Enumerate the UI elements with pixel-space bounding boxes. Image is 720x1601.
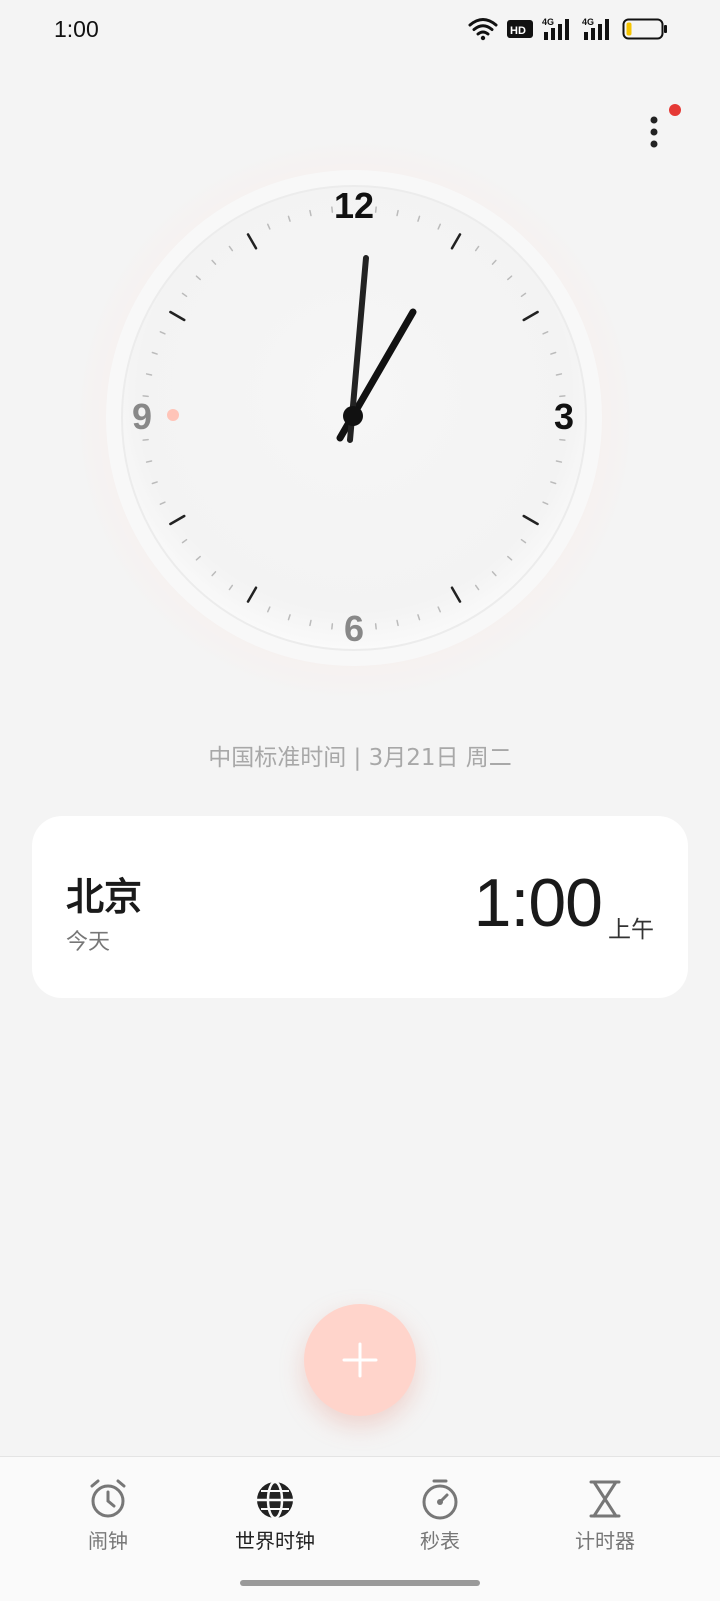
numeral-9: 9 — [132, 396, 152, 437]
hd-text: HD — [510, 25, 526, 37]
minute-tick — [396, 209, 399, 217]
city-name: 北京 — [66, 875, 143, 919]
numeral-6: 6 — [344, 608, 364, 649]
city-ampm: 上午 — [608, 917, 654, 943]
timezone-date-label: 中国标准时间 | 3月21日 周二 — [208, 745, 512, 771]
minute-tick — [555, 373, 563, 376]
clock-face: 12 3 6 9 — [106, 170, 602, 666]
minute-tick — [331, 623, 334, 630]
alarm-clock-icon — [90, 1479, 126, 1518]
minute-tick — [555, 460, 563, 463]
plus-icon — [342, 1342, 378, 1378]
globe-icon — [257, 1480, 293, 1520]
minute-tick — [374, 623, 377, 630]
clock-center — [343, 406, 363, 426]
tab-label: 计时器 — [575, 1529, 635, 1553]
status-bar: 1:00 HD 4G 4G — [0, 0, 720, 64]
signal-4g-icon: 4G — [542, 17, 569, 40]
status-icons: HD 4G 4G — [468, 16, 668, 42]
hourglass-icon — [589, 1480, 621, 1518]
city-card-beijing[interactable]: 北京 今天 1:00 上午 — [32, 816, 688, 998]
stopwatch-icon — [422, 1479, 458, 1520]
notification-badge — [669, 104, 681, 116]
tab-label: 秒表 — [420, 1529, 460, 1553]
second-indicator-dot — [167, 409, 179, 421]
signal-4g-icon: 4G — [582, 17, 609, 40]
more-options-button[interactable] — [640, 112, 668, 152]
wifi-icon — [468, 18, 498, 41]
city-day: 今天 — [66, 930, 111, 955]
numeral-3: 3 — [554, 396, 574, 437]
minute-tick — [331, 206, 334, 213]
city-time: 1:00 — [473, 865, 603, 941]
battery-icon — [622, 18, 667, 40]
tab-alarm[interactable]: 闹钟 — [43, 1477, 173, 1567]
hd-icon: HD — [507, 20, 533, 38]
minute-tick — [396, 619, 399, 627]
numeral-12: 12 — [334, 185, 374, 226]
minute-tick — [309, 619, 312, 627]
minute-tick — [309, 209, 312, 217]
tab-label: 世界时钟 — [235, 1529, 315, 1553]
network-type-1: 4G — [542, 17, 554, 27]
tab-world-clock[interactable]: 世界时钟 — [210, 1477, 340, 1567]
network-type-2: 4G — [582, 17, 594, 27]
tab-timer[interactable]: 计时器 — [540, 1477, 670, 1567]
tab-label: 闹钟 — [88, 1529, 128, 1553]
more-vertical-icon — [650, 116, 658, 148]
minute-tick — [145, 460, 153, 463]
tab-stopwatch[interactable]: 秒表 — [375, 1477, 505, 1567]
status-time: 1:00 — [54, 16, 99, 42]
minute-tick — [145, 373, 153, 376]
home-indicator[interactable] — [240, 1580, 480, 1586]
analog-clock: 12 3 6 9 — [104, 168, 604, 668]
add-city-button[interactable] — [304, 1304, 416, 1416]
minute-tick — [142, 438, 149, 441]
minute-tick — [374, 206, 377, 213]
minute-tick — [559, 438, 566, 441]
